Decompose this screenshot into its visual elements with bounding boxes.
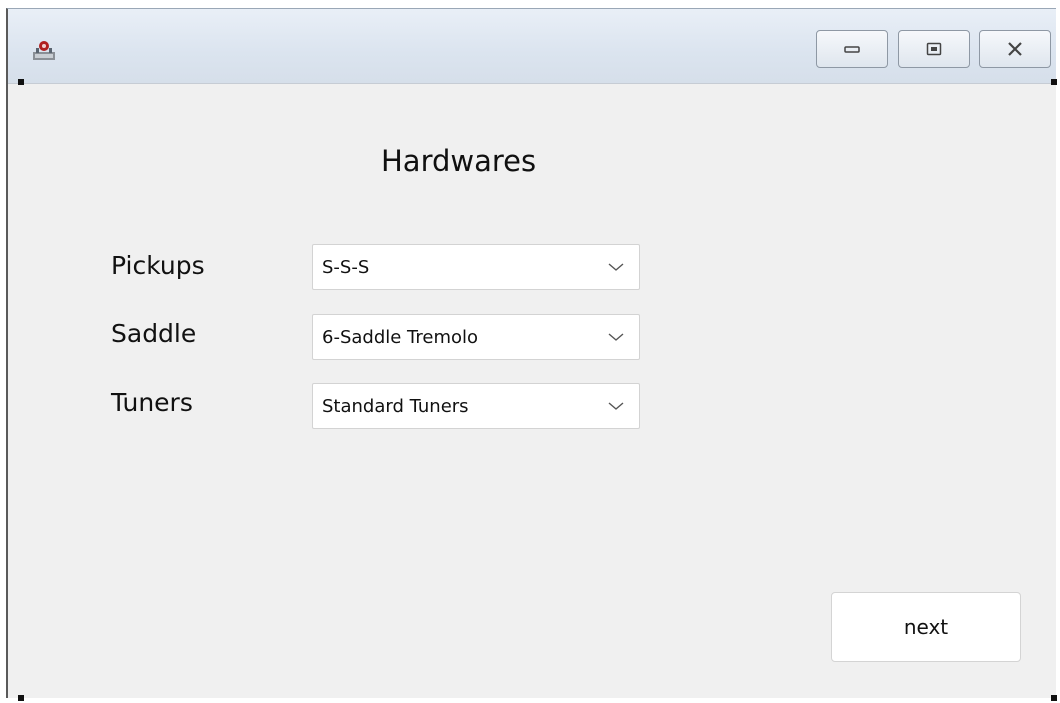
app-icon — [33, 41, 55, 60]
chevron-down-icon — [608, 402, 624, 410]
saddle-select[interactable]: 6-Saddle Tremolo — [312, 314, 640, 360]
maximize-icon — [926, 42, 942, 56]
chevron-down-icon — [608, 333, 624, 341]
frame-resize-handle[interactable] — [1051, 695, 1057, 701]
pickups-select[interactable]: S-S-S — [312, 244, 640, 290]
minimize-icon — [844, 46, 860, 53]
close-icon — [1008, 42, 1022, 56]
app-window: Hardwares Pickups S-S-S Saddle 6-Saddle … — [6, 8, 1056, 698]
tuners-label: Tuners — [111, 388, 193, 417]
chevron-down-icon — [608, 263, 624, 271]
frame-resize-handle[interactable] — [18, 79, 24, 85]
tuners-select[interactable]: Standard Tuners — [312, 383, 640, 429]
page-title: Hardwares — [381, 144, 537, 178]
frame-resize-handle[interactable] — [1051, 79, 1057, 85]
minimize-button[interactable] — [816, 30, 888, 68]
hardware-panel: Hardwares Pickups S-S-S Saddle 6-Saddle … — [8, 84, 1056, 699]
tuners-select-value: Standard Tuners — [322, 395, 469, 417]
maximize-button[interactable] — [898, 30, 970, 68]
close-button[interactable] — [979, 30, 1051, 68]
next-button[interactable]: next — [831, 592, 1021, 662]
saddle-label: Saddle — [111, 319, 197, 348]
saddle-select-value: 6-Saddle Tremolo — [322, 326, 479, 348]
title-bar[interactable] — [8, 9, 1056, 84]
pickups-label: Pickups — [111, 251, 205, 280]
pickups-select-value: S-S-S — [322, 256, 370, 278]
frame-resize-handle[interactable] — [18, 695, 24, 701]
